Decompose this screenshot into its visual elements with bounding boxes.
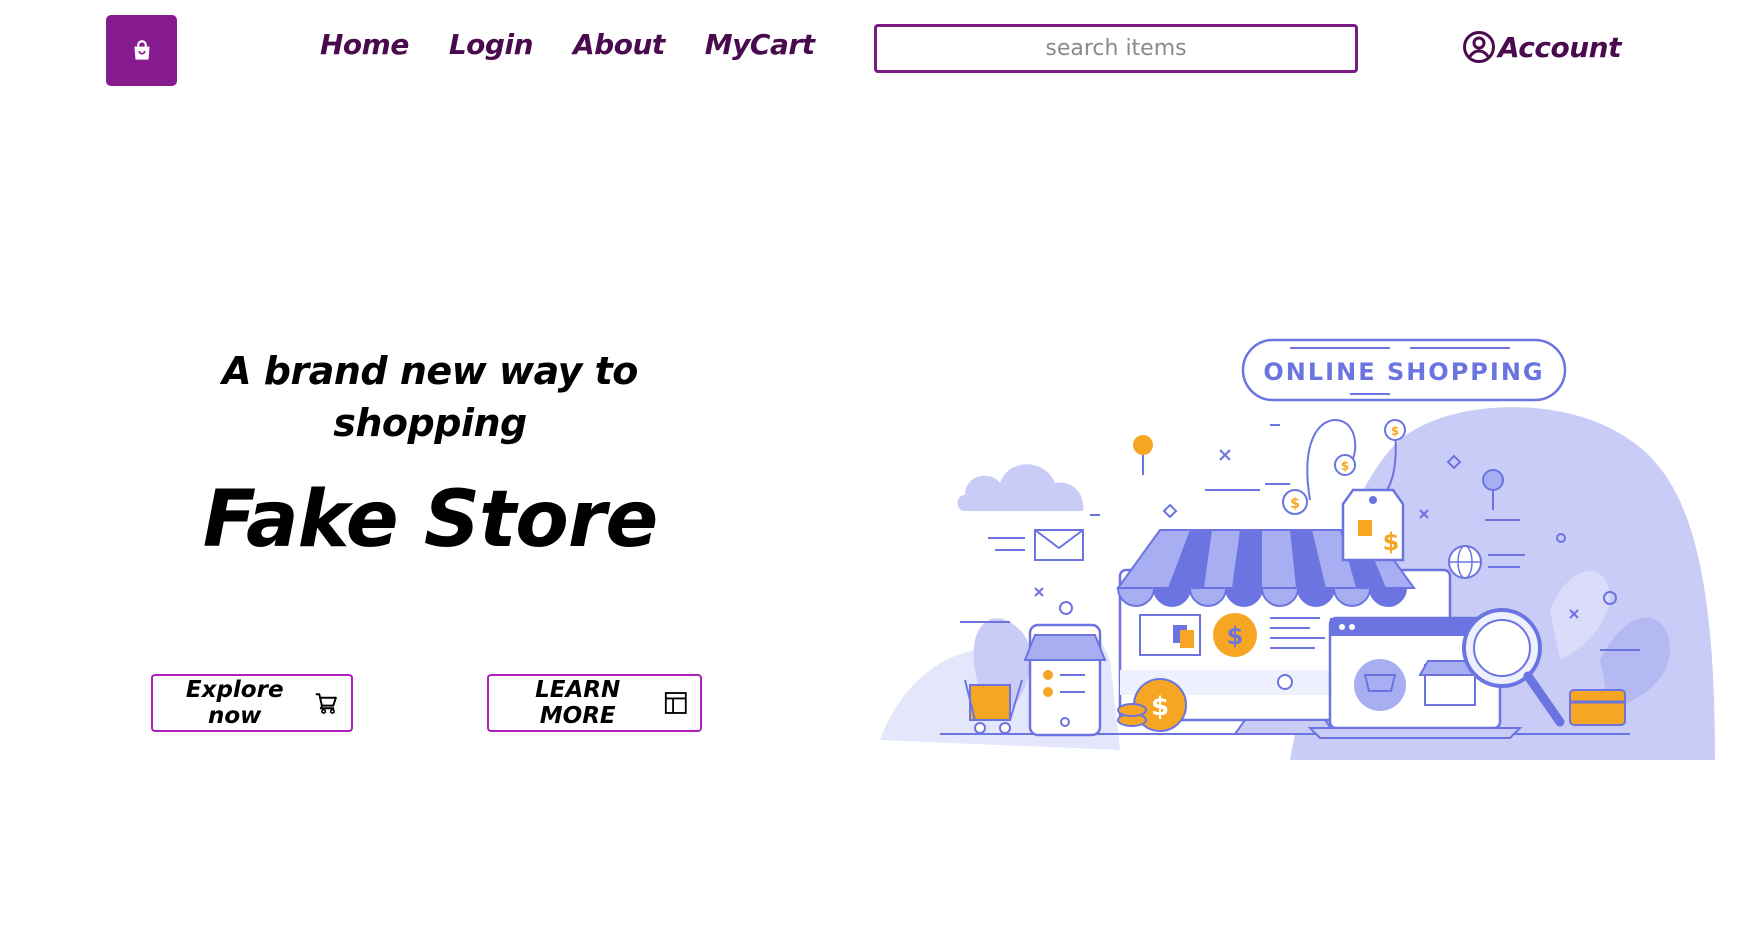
coin-symbol-1: $ [1290, 496, 1300, 512]
page: Home Login About MyCart Account A brand … [0, 0, 1749, 928]
hero-tagline: A brand new way to shopping [222, 349, 638, 445]
shop-price-symbol: $ [1227, 622, 1244, 650]
shopping-bag-icon [133, 39, 150, 60]
learn-more-button[interactable]: LEARN MORE [487, 674, 702, 732]
cart-icon [316, 693, 338, 714]
online-shopping-illustration: ONLINE SHOPPING $ $ $ $ $ $ [880, 338, 1715, 760]
hero-title: Fake Store [202, 475, 659, 565]
account-link[interactable]: Account [1462, 30, 1622, 64]
nav-about-link[interactable]: About [573, 28, 665, 61]
account-label: Account [1498, 30, 1622, 64]
explore-now-button[interactable]: Explore now [151, 674, 353, 732]
user-circle-icon [1463, 31, 1495, 63]
hero-text: A brand new way to shopping Fake Store [180, 345, 680, 565]
coin-symbol-2: $ [1341, 459, 1349, 473]
tag-price-symbol: $ [1383, 528, 1400, 556]
layout-icon [665, 692, 688, 714]
nav-home-link[interactable]: Home [320, 28, 409, 61]
learn-more-label: LEARN MORE [535, 677, 621, 729]
illustration-sign-text: ONLINE SHOPPING [1263, 358, 1544, 386]
explore-now-label: Explore now [185, 677, 284, 729]
nav-login-link[interactable]: Login [449, 28, 534, 61]
nav-mycart-link[interactable]: MyCart [705, 28, 815, 61]
main-nav: Home Login About MyCart [320, 28, 815, 61]
money-bag-symbol: $ [1151, 692, 1169, 722]
logo-button[interactable] [106, 15, 177, 86]
search-input[interactable] [874, 24, 1358, 73]
coin-symbol-3: $ [1391, 424, 1399, 438]
